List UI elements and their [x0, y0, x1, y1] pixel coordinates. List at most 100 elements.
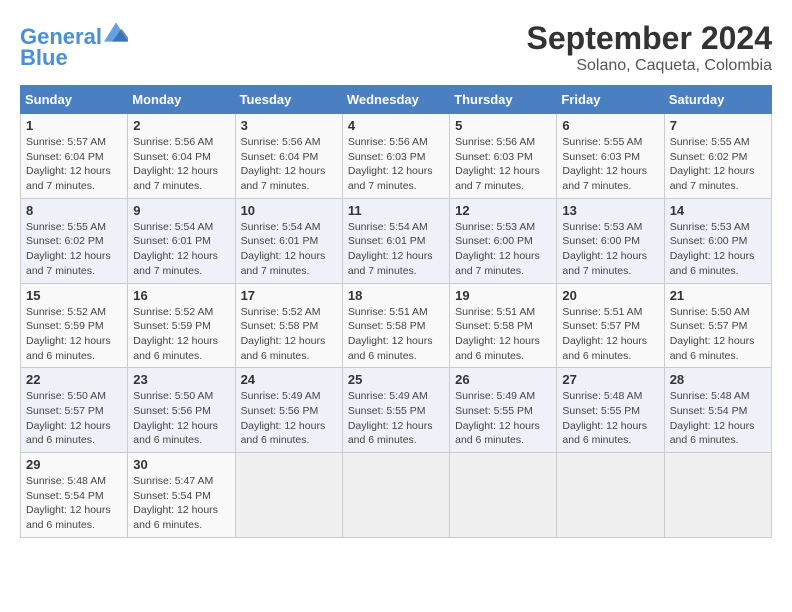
day-info: Sunrise: 5:56 AMSunset: 6:04 PMDaylight:…: [133, 135, 229, 194]
table-row: 7 Sunrise: 5:55 AMSunset: 6:02 PMDaylight…: [664, 114, 771, 199]
col-tuesday: Tuesday: [235, 86, 342, 114]
day-number: 1: [26, 118, 122, 133]
day-number: 6: [562, 118, 658, 133]
day-info: Sunrise: 5:55 AMSunset: 6:02 PMDaylight:…: [670, 135, 766, 194]
day-info: Sunrise: 5:55 AMSunset: 6:02 PMDaylight:…: [26, 220, 122, 279]
calendar-table: Sunday Monday Tuesday Wednesday Thursday…: [20, 85, 772, 538]
table-row: 19Sunrise: 5:51 AMSunset: 5:58 PMDayligh…: [450, 283, 557, 368]
col-wednesday: Wednesday: [342, 86, 449, 114]
col-monday: Monday: [128, 86, 235, 114]
table-row: [342, 453, 449, 538]
table-row: 23 Sunrise: 5:50 AMSunset: 5:56 PMDayligh…: [128, 368, 235, 453]
table-row: 1 Sunrise: 5:57 AMSunset: 6:04 PMDaylight…: [21, 114, 128, 199]
day-info: Sunrise: 5:53 AMSunset: 6:00 PMDaylight:…: [455, 220, 551, 279]
day-number: 30: [133, 457, 229, 472]
table-row: 18 Sunrise: 5:51 AMSunset: 5:58 PMDayligh…: [342, 283, 449, 368]
table-row: 3Sunrise: 5:56 AMSunset: 6:04 PMDaylight…: [235, 114, 342, 199]
table-row: 28Sunrise: 5:48 AMSunset: 5:54 PMDayligh…: [664, 368, 771, 453]
day-number: 22: [26, 372, 122, 387]
day-info: Sunrise: 5:52 AMSunset: 5:59 PMDaylight:…: [26, 305, 122, 364]
table-row: 16 Sunrise: 5:52 AMSunset: 5:59 PMDayligh…: [128, 283, 235, 368]
day-number: 20: [562, 288, 658, 303]
day-number: 13: [562, 203, 658, 218]
day-info: Sunrise: 5:48 AMSunset: 5:54 PMDaylight:…: [26, 474, 122, 533]
table-row: 13 Sunrise: 5:53 AMSunset: 6:00 PMDayligh…: [557, 198, 664, 283]
table-row: 11 Sunrise: 5:54 AMSunset: 6:01 PMDayligh…: [342, 198, 449, 283]
table-row: 26 Sunrise: 5:49 AMSunset: 5:55 PMDayligh…: [450, 368, 557, 453]
day-number: 15: [26, 288, 122, 303]
day-number: 10: [241, 203, 337, 218]
table-row: 29 Sunrise: 5:48 AMSunset: 5:54 PMDayligh…: [21, 453, 128, 538]
day-info: Sunrise: 5:55 AMSunset: 6:03 PMDaylight:…: [562, 135, 658, 194]
day-info: Sunrise: 5:54 AMSunset: 6:01 PMDaylight:…: [241, 220, 337, 279]
table-row: 20 Sunrise: 5:51 AMSunset: 5:57 PMDayligh…: [557, 283, 664, 368]
day-number: 5: [455, 118, 551, 133]
day-number: 4: [348, 118, 444, 133]
logo: General Blue: [20, 20, 128, 71]
col-friday: Friday: [557, 86, 664, 114]
day-number: 21: [670, 288, 766, 303]
day-number: 16: [133, 288, 229, 303]
calendar-week-row: 29 Sunrise: 5:48 AMSunset: 5:54 PMDayligh…: [21, 453, 772, 538]
day-info: Sunrise: 5:57 AMSunset: 6:04 PMDaylight:…: [26, 135, 122, 194]
month-title: September 2024: [527, 20, 772, 57]
table-row: [235, 453, 342, 538]
col-saturday: Saturday: [664, 86, 771, 114]
calendar-header-row: Sunday Monday Tuesday Wednesday Thursday…: [21, 86, 772, 114]
day-info: Sunrise: 5:53 AMSunset: 6:00 PMDaylight:…: [562, 220, 658, 279]
day-number: 24: [241, 372, 337, 387]
table-row: 22 Sunrise: 5:50 AMSunset: 5:57 PMDayligh…: [21, 368, 128, 453]
day-info: Sunrise: 5:54 AMSunset: 6:01 PMDaylight:…: [348, 220, 444, 279]
day-number: 9: [133, 203, 229, 218]
col-thursday: Thursday: [450, 86, 557, 114]
day-info: Sunrise: 5:49 AMSunset: 5:55 PMDaylight:…: [455, 389, 551, 448]
calendar-week-row: 1 Sunrise: 5:57 AMSunset: 6:04 PMDaylight…: [21, 114, 772, 199]
day-number: 12: [455, 203, 551, 218]
table-row: 5Sunrise: 5:56 AMSunset: 6:03 PMDaylight…: [450, 114, 557, 199]
table-row: 24 Sunrise: 5:49 AMSunset: 5:56 PMDayligh…: [235, 368, 342, 453]
day-info: Sunrise: 5:50 AMSunset: 5:56 PMDaylight:…: [133, 389, 229, 448]
table-row: [450, 453, 557, 538]
day-number: 25: [348, 372, 444, 387]
day-info: Sunrise: 5:48 AMSunset: 5:55 PMDaylight:…: [562, 389, 658, 448]
day-info: Sunrise: 5:52 AMSunset: 5:58 PMDaylight:…: [241, 305, 337, 364]
day-number: 7: [670, 118, 766, 133]
day-number: 29: [26, 457, 122, 472]
table-row: 8Sunrise: 5:55 AMSunset: 6:02 PMDaylight…: [21, 198, 128, 283]
day-number: 2: [133, 118, 229, 133]
day-info: Sunrise: 5:52 AMSunset: 5:59 PMDaylight:…: [133, 305, 229, 364]
day-info: Sunrise: 5:53 AMSunset: 6:00 PMDaylight:…: [670, 220, 766, 279]
day-info: Sunrise: 5:54 AMSunset: 6:01 PMDaylight:…: [133, 220, 229, 279]
table-row: 27 Sunrise: 5:48 AMSunset: 5:55 PMDayligh…: [557, 368, 664, 453]
table-row: 10 Sunrise: 5:54 AMSunset: 6:01 PMDayligh…: [235, 198, 342, 283]
day-number: 18: [348, 288, 444, 303]
title-area: September 2024 Solano, Caqueta, Colombia: [527, 20, 772, 75]
day-number: 14: [670, 203, 766, 218]
table-row: 15 Sunrise: 5:52 AMSunset: 5:59 PMDayligh…: [21, 283, 128, 368]
day-info: Sunrise: 5:49 AMSunset: 5:56 PMDaylight:…: [241, 389, 337, 448]
day-number: 23: [133, 372, 229, 387]
day-info: Sunrise: 5:49 AMSunset: 5:55 PMDaylight:…: [348, 389, 444, 448]
calendar-week-row: 15 Sunrise: 5:52 AMSunset: 5:59 PMDayligh…: [21, 283, 772, 368]
day-info: Sunrise: 5:47 AMSunset: 5:54 PMDaylight:…: [133, 474, 229, 533]
calendar-week-row: 8Sunrise: 5:55 AMSunset: 6:02 PMDaylight…: [21, 198, 772, 283]
table-row: [557, 453, 664, 538]
day-info: Sunrise: 5:51 AMSunset: 5:58 PMDaylight:…: [348, 305, 444, 364]
day-number: 26: [455, 372, 551, 387]
col-sunday: Sunday: [21, 86, 128, 114]
table-row: 30 Sunrise: 5:47 AMSunset: 5:54 PMDayligh…: [128, 453, 235, 538]
page-header: General Blue September 2024 Solano, Caqu…: [20, 20, 772, 75]
table-row: [664, 453, 771, 538]
calendar-week-row: 22 Sunrise: 5:50 AMSunset: 5:57 PMDayligh…: [21, 368, 772, 453]
day-info: Sunrise: 5:51 AMSunset: 5:57 PMDaylight:…: [562, 305, 658, 364]
day-number: 27: [562, 372, 658, 387]
day-info: Sunrise: 5:50 AMSunset: 5:57 PMDaylight:…: [26, 389, 122, 448]
day-info: Sunrise: 5:51 AMSunset: 5:58 PMDaylight:…: [455, 305, 551, 364]
day-info: Sunrise: 5:56 AMSunset: 6:04 PMDaylight:…: [241, 135, 337, 194]
table-row: 14 Sunrise: 5:53 AMSunset: 6:00 PMDayligh…: [664, 198, 771, 283]
day-number: 11: [348, 203, 444, 218]
table-row: 25 Sunrise: 5:49 AMSunset: 5:55 PMDayligh…: [342, 368, 449, 453]
location-title: Solano, Caqueta, Colombia: [527, 57, 772, 75]
day-number: 28: [670, 372, 766, 387]
table-row: 21Sunrise: 5:50 AMSunset: 5:57 PMDayligh…: [664, 283, 771, 368]
